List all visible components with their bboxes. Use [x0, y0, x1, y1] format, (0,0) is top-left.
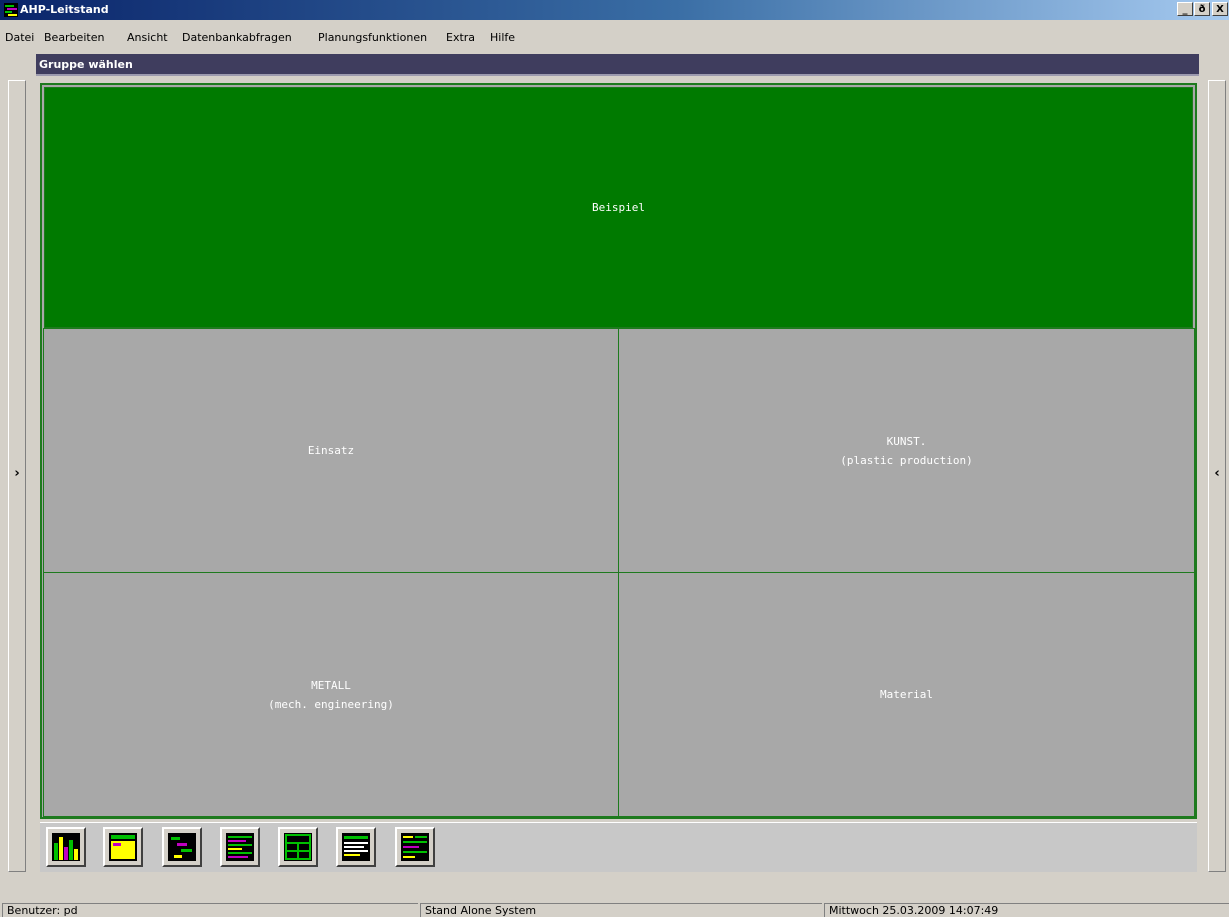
- group-tile-metall[interactable]: METALL (mech. engineering): [43, 572, 619, 817]
- menu-hilfe[interactable]: Hilfe: [490, 31, 515, 44]
- group-header: Gruppe wählen: [36, 54, 1199, 76]
- toolbar-button-document[interactable]: [336, 827, 376, 867]
- bar-chart-icon: [52, 833, 80, 861]
- status-datetime: Mittwoch 25.03.2009 14:07:49: [824, 903, 1229, 917]
- chevron-left-icon: ‹: [1214, 466, 1220, 481]
- status-bar: Benutzer: pd Stand Alone System Mittwoch…: [0, 903, 1229, 917]
- table-grid-icon: [284, 833, 312, 861]
- menu-bearbeiten[interactable]: Bearbeiten: [44, 31, 104, 44]
- gantt-icon: [168, 833, 196, 861]
- left-panel-toggle[interactable]: ›: [8, 80, 26, 872]
- group-tile-kunst[interactable]: KUNST. (plastic production): [618, 328, 1195, 573]
- title-bar[interactable]: AHP-Leitstand _ ð X: [0, 0, 1229, 20]
- tile-sublabel: (plastic production): [840, 453, 973, 467]
- toolbar-button-tasks[interactable]: [395, 827, 435, 867]
- tile-label: Einsatz: [307, 444, 355, 457]
- group-tile-material[interactable]: Material: [618, 572, 1195, 817]
- menu-datenbankabfragen[interactable]: Datenbankabfragen: [182, 31, 292, 44]
- menu-planungsfunktionen[interactable]: Planungsfunktionen: [318, 31, 427, 44]
- chevron-right-icon: ›: [14, 466, 20, 481]
- status-user: Benutzer: pd: [2, 903, 418, 917]
- group-tile-beispiel[interactable]: Beispiel: [44, 87, 1193, 328]
- window-title: AHP-Leitstand: [20, 3, 109, 16]
- task-list-icon: [401, 833, 429, 861]
- tile-label: KUNST.: [886, 434, 927, 448]
- tile-label: METALL: [311, 678, 351, 692]
- status-mode: Stand Alone System: [420, 903, 822, 917]
- group-tile-einsatz[interactable]: Einsatz: [43, 328, 619, 573]
- right-panel-toggle[interactable]: ‹: [1208, 80, 1226, 872]
- app-icon: [4, 3, 18, 17]
- toolbar-button-table[interactable]: [278, 827, 318, 867]
- yellow-panel-icon: [109, 833, 137, 861]
- toolbar-button-gantt[interactable]: [162, 827, 202, 867]
- bottom-toolbar: [40, 822, 1197, 872]
- minimize-button[interactable]: _: [1177, 2, 1193, 16]
- group-grid: Beispiel Einsatz KUNST. (plastic product…: [40, 83, 1197, 819]
- toolbar-button-list[interactable]: [220, 827, 260, 867]
- tile-sublabel: (mech. engineering): [268, 697, 394, 711]
- toolbar-button-panel[interactable]: [103, 827, 143, 867]
- tile-label: Material: [880, 688, 933, 701]
- menu-ansicht[interactable]: Ansicht: [127, 31, 168, 44]
- restore-button[interactable]: ð: [1194, 2, 1210, 16]
- toolbar-button-chart[interactable]: [46, 827, 86, 867]
- close-button[interactable]: X: [1212, 2, 1228, 16]
- menu-bar: Datei Bearbeiten Ansicht Datenbankabfrag…: [0, 31, 1229, 49]
- striped-list-icon: [226, 833, 254, 861]
- text-document-icon: [342, 833, 370, 861]
- tile-label: Beispiel: [592, 201, 645, 214]
- menu-extra[interactable]: Extra: [446, 31, 475, 44]
- menu-datei[interactable]: Datei: [5, 31, 34, 44]
